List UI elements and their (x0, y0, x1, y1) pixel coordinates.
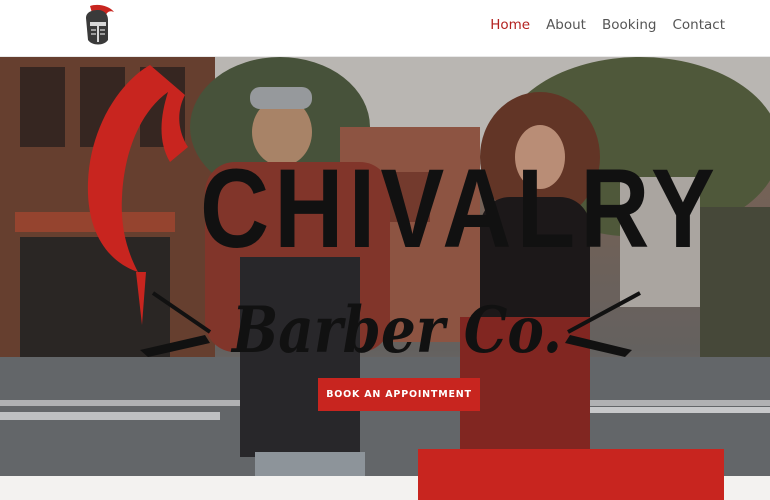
hero-section: CHIVALRY Barber Co. BOOK AN APPOINTMENT (0, 57, 770, 476)
brand-sub-text: Barber Co. (230, 293, 562, 368)
nav-contact[interactable]: Contact (672, 17, 725, 33)
main-nav: Home About Booking Contact (490, 17, 725, 33)
nav-booking[interactable]: Booking (602, 17, 656, 33)
brand-main-text: CHIVALRY (200, 146, 720, 271)
nav-home[interactable]: Home (490, 17, 530, 33)
book-appointment-button[interactable]: BOOK AN APPOINTMENT (318, 378, 480, 411)
knight-helmet-icon[interactable] (80, 4, 116, 48)
straight-razor-icon (140, 291, 212, 357)
straight-razor-icon (565, 291, 641, 357)
blackletter-c-mark (87, 65, 188, 325)
site-header: Home About Booking Contact (0, 0, 770, 57)
chivalry-barber-logo: CHIVALRY Barber Co. (87, 65, 720, 368)
nav-about[interactable]: About (546, 17, 586, 33)
red-feature-block (418, 449, 724, 500)
